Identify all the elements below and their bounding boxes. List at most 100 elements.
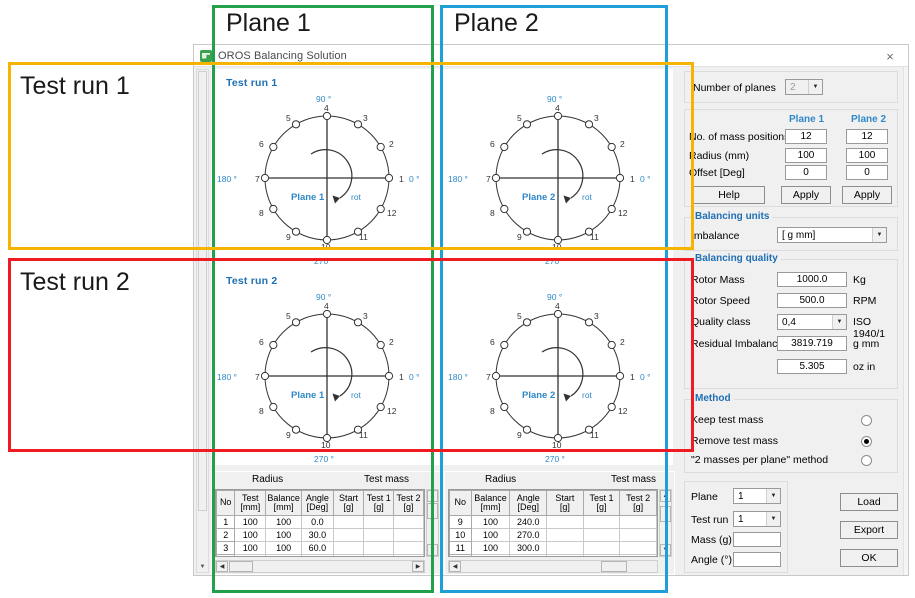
chevron-down-icon[interactable]: ▼ — [832, 315, 846, 329]
cell-balance-mm[interactable]: 100 — [265, 515, 303, 529]
cell-balance-mm[interactable]: 100 — [470, 541, 511, 555]
polar-chart-run2-plane1[interactable]: Test run 2 1 2 3 4 5 6 7 8 9 10 11 12 90… — [212, 268, 443, 466]
mass-positions-p2-input[interactable]: 12 — [846, 129, 888, 144]
cell-angle[interactable]: 240.0 — [509, 515, 548, 529]
cell-test2[interactable] — [619, 554, 657, 556]
cell-test2[interactable] — [393, 554, 424, 556]
entry-angle-input[interactable] — [733, 552, 781, 567]
cell-balance-mm[interactable]: 100 — [265, 528, 303, 542]
left-table-vertical-scrollbar[interactable]: ▲ ▼ — [426, 489, 439, 557]
load-button[interactable]: Load — [840, 493, 898, 511]
plane1-mass-table[interactable]: No Test [mm] Balance [mm] Angle [Deg] Start… — [215, 489, 425, 557]
cell-start[interactable] — [546, 554, 584, 556]
polar-chart-run2-plane2[interactable]: 12 34 56 78 9 10 11 12 90 ° 270 ° 180 ° 0 ° — [443, 268, 674, 466]
export-button[interactable]: Export — [840, 521, 898, 539]
cell-balance-mm[interactable]: 100 — [470, 528, 511, 542]
apply-plane1-button[interactable]: Apply — [781, 186, 831, 204]
entry-mass-input[interactable] — [733, 532, 781, 547]
method-option-keep-radio[interactable] — [861, 415, 872, 426]
method-option-remove-radio[interactable] — [861, 436, 872, 447]
cell-test-mm[interactable]: 100 — [234, 554, 267, 556]
scroll-down-icon[interactable]: ▼ — [660, 544, 671, 556]
cell-angle[interactable]: 330.0 — [509, 554, 548, 556]
cell-angle[interactable]: 90.0 — [301, 554, 334, 556]
cell-start[interactable] — [546, 528, 584, 542]
cell-angle[interactable]: 270.0 — [509, 528, 548, 542]
cell-test2[interactable] — [619, 515, 657, 529]
rotor-speed-input[interactable]: 500.0 — [777, 293, 847, 308]
close-icon[interactable]: × — [882, 48, 898, 64]
offset-p1-input[interactable]: 0 — [785, 165, 827, 180]
cell-test2[interactable] — [619, 541, 657, 555]
cell-test1[interactable] — [582, 554, 621, 556]
scroll-up-icon[interactable]: ▲ — [427, 490, 438, 502]
imbalance-unit-select[interactable]: [ g mm] ▼ — [777, 227, 887, 243]
help-button[interactable]: Help — [693, 186, 765, 204]
rotor-mass-input[interactable]: 1000.0 — [777, 272, 847, 287]
scroll-down-icon[interactable]: ▼ — [427, 544, 438, 556]
cell-start[interactable] — [332, 541, 365, 555]
cell-start[interactable] — [546, 541, 584, 555]
cell-test1[interactable] — [363, 554, 395, 556]
polar-chart-run1-plane1[interactable]: Test run 1 1 2 3 4 5 6 7 8 9 10 11 12 90… — [212, 70, 443, 268]
cell-test-mm[interactable]: 100 — [234, 515, 267, 529]
cell-test1[interactable] — [582, 515, 621, 529]
scroll-left-icon[interactable]: ◀ — [216, 561, 228, 572]
chevron-down-icon[interactable]: ▼ — [808, 80, 822, 94]
entry-plane-select[interactable]: 1 ▼ — [733, 488, 781, 504]
method-option-two-masses-radio[interactable] — [861, 455, 872, 466]
residual-imbalance-ozin-input[interactable]: 5.305 — [777, 359, 847, 374]
mass-positions-p1-input[interactable]: 12 — [785, 129, 827, 144]
cell-test2[interactable] — [393, 515, 424, 529]
cell-balance-mm[interactable]: 100 — [470, 515, 511, 529]
entry-testrun-select[interactable]: 1 ▼ — [733, 511, 781, 527]
left-table-horizontal-scrollbar[interactable]: ◀ ▶ — [215, 560, 425, 573]
ok-button[interactable]: OK — [840, 549, 898, 567]
client-right-scroll-strip[interactable] — [903, 67, 908, 575]
cell-test1[interactable] — [582, 528, 621, 542]
scrollbar-thumb[interactable] — [660, 506, 671, 522]
scroll-right-icon[interactable]: ▶ — [412, 561, 424, 572]
cell-test2[interactable] — [619, 528, 657, 542]
cell-test1[interactable] — [363, 515, 395, 529]
apply-plane2-button[interactable]: Apply — [842, 186, 892, 204]
cell-test2[interactable] — [393, 528, 424, 542]
cell-test1[interactable] — [363, 541, 395, 555]
chevron-down-icon[interactable]: ▼ — [872, 228, 886, 242]
scrollbar-thumb[interactable] — [601, 561, 627, 572]
cell-start[interactable] — [546, 515, 584, 529]
cell-test-mm[interactable]: 100 — [234, 528, 267, 542]
cell-test1[interactable] — [363, 528, 395, 542]
scroll-left-icon[interactable]: ◀ — [449, 561, 461, 572]
cell-start[interactable] — [332, 554, 365, 556]
scroll-down-icon[interactable]: ▼ — [197, 561, 208, 572]
cell-angle[interactable]: 0.0 — [301, 515, 334, 529]
form-vertical-scrollbar[interactable]: ▲ ▼ — [196, 69, 209, 573]
chevron-down-icon[interactable]: ▼ — [766, 489, 780, 503]
number-of-planes-select[interactable]: 2 ▼ — [785, 79, 823, 95]
polar-chart-run1-plane2[interactable]: 12 34 56 78 9 10 11 12 90 ° 270 ° 180 ° 0 ° — [443, 70, 674, 268]
scroll-up-icon[interactable]: ▲ — [660, 490, 671, 502]
scrollbar-thumb[interactable] — [229, 561, 253, 572]
cell-start[interactable] — [332, 515, 365, 529]
cell-balance-mm[interactable]: 100 — [265, 554, 303, 556]
radius-p1-input[interactable]: 100 — [785, 148, 827, 163]
offset-p2-input[interactable]: 0 — [846, 165, 888, 180]
cell-test1[interactable] — [582, 541, 621, 555]
scrollbar-thumb[interactable] — [198, 71, 207, 511]
chevron-down-icon[interactable]: ▼ — [766, 512, 780, 526]
cell-balance-mm[interactable]: 100 — [265, 541, 303, 555]
cell-test2[interactable] — [393, 541, 424, 555]
cell-angle[interactable]: 300.0 — [509, 541, 548, 555]
quality-class-select[interactable]: 0,4 ▼ — [777, 314, 847, 330]
scrollbar-thumb[interactable] — [427, 503, 438, 519]
cell-angle[interactable]: 30.0 — [301, 528, 334, 542]
radius-p2-input[interactable]: 100 — [846, 148, 888, 163]
right-table-vertical-scrollbar[interactable]: ▲ ▼ — [659, 489, 672, 557]
right-table-horizontal-scrollbar[interactable]: ◀ — [448, 560, 658, 573]
cell-balance-mm[interactable]: 100 — [470, 554, 511, 556]
residual-imbalance-gmm-input[interactable]: 3819.719 — [777, 336, 847, 351]
cell-start[interactable] — [332, 528, 365, 542]
plane2-mass-table[interactable]: No Balance [mm] Angle [Deg] Start [g] Test … — [448, 489, 658, 557]
cell-test-mm[interactable]: 100 — [234, 541, 267, 555]
